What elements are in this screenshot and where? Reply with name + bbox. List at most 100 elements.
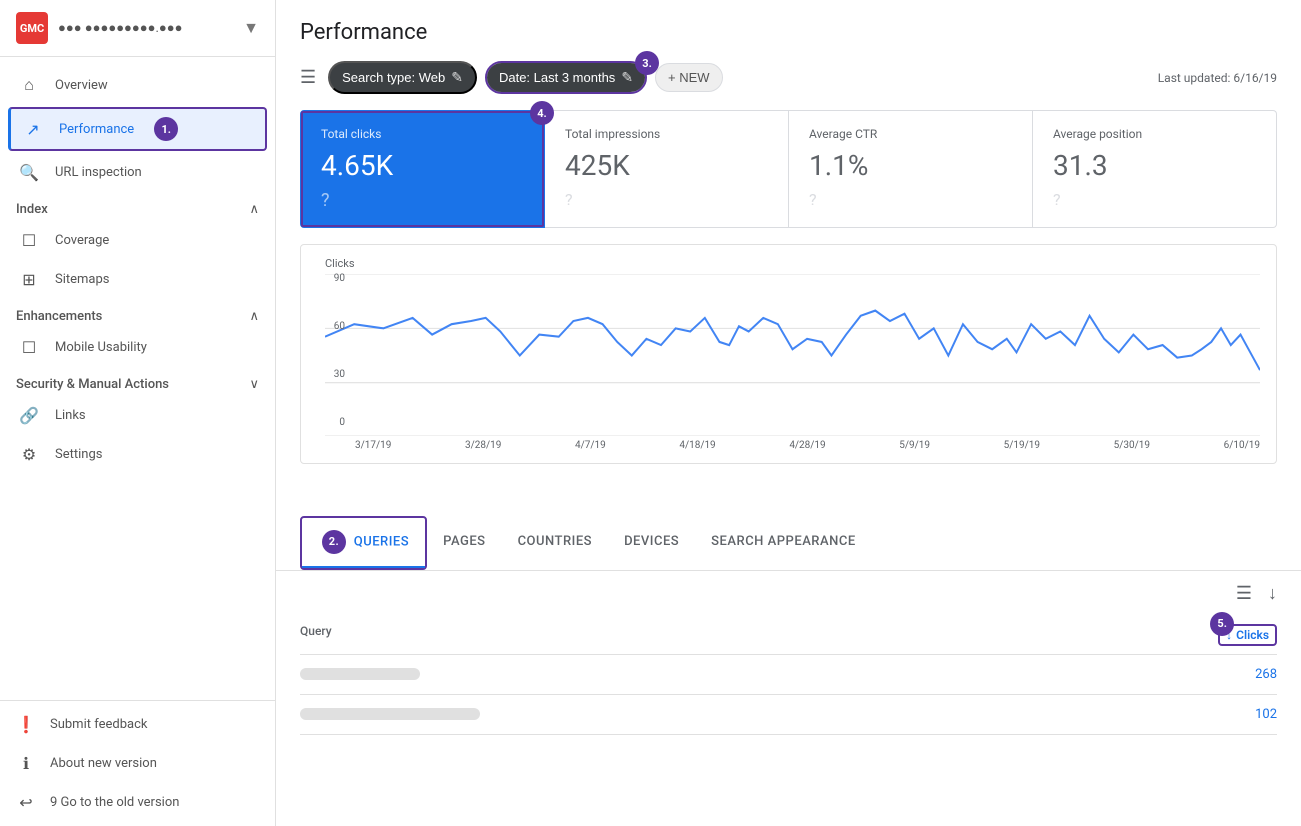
tab-countries[interactable]: COUNTRIES <box>502 522 609 563</box>
expand-icon: ∨ <box>249 377 259 392</box>
date-label: Date: Last 3 months <box>499 70 615 85</box>
table-toolbar: ☰ ↓ <box>300 571 1277 616</box>
annotation-badge-4: 4. <box>530 101 554 125</box>
date-chip-annotated-box: Date: Last 3 months ✎ <box>485 61 647 94</box>
x-label: 5/19/19 <box>1004 440 1040 451</box>
metric-card-average-position[interactable]: Average position 31.3 ? <box>1033 110 1277 228</box>
x-label: 3/17/19 <box>355 440 391 451</box>
index-section-header[interactable]: Index ∧ <box>0 192 275 221</box>
sitemaps-icon: ⊞ <box>19 270 39 289</box>
enhancements-section-header[interactable]: Enhancements ∧ <box>0 299 275 328</box>
sidebar-navigation: ⌂ Overview ↗ Performance 1. 🔍 URL inspec… <box>0 57 275 700</box>
annotation-badge-5: 5. <box>1210 612 1234 636</box>
metric-label: Average position <box>1053 127 1256 141</box>
sidebar-item-label: Overview <box>55 78 108 93</box>
security-label: Security & Manual Actions <box>16 377 169 392</box>
coverage-icon: ☐ <box>19 231 39 250</box>
chevron-down-icon[interactable]: ▼ <box>243 18 259 38</box>
tab-queries-wrapper: 2. QUERIES <box>300 516 427 570</box>
date-chip[interactable]: Date: Last 3 months ✎ <box>487 63 645 92</box>
tab-search-appearance[interactable]: SEARCH APPEARANCE <box>695 522 872 563</box>
toolbar: ☰ Search type: Web ✎ Date: Last 3 months… <box>300 61 1277 94</box>
chart-container: 90 60 30 0 Clicks <box>300 244 1277 464</box>
query-text-placeholder <box>300 668 420 680</box>
sidebar-item-performance[interactable]: ↗ Performance 1. <box>8 107 267 151</box>
sidebar-item-label: Mobile Usability <box>55 340 147 355</box>
y-label-90: 90 <box>317 273 345 284</box>
download-icon[interactable]: ↓ <box>1268 583 1277 604</box>
about-new-version-button[interactable]: ℹ About new version <box>0 744 275 783</box>
filter-table-icon[interactable]: ☰ <box>1236 583 1252 604</box>
sidebar-item-label: Sitemaps <box>55 272 110 287</box>
sidebar-item-coverage[interactable]: ☐ Coverage <box>0 221 275 260</box>
sidebar-item-overview[interactable]: ⌂ Overview <box>0 65 275 105</box>
col-clicks-header: 5. ↓ Clicks <box>1137 624 1277 646</box>
sidebar-item-sitemaps[interactable]: ⊞ Sitemaps <box>0 260 275 299</box>
page-title: Performance <box>300 20 1277 45</box>
security-section-header[interactable]: Security & Manual Actions ∨ <box>0 367 275 396</box>
tabs-section: 2. QUERIES PAGES COUNTRIES DEVICES SEARC… <box>276 516 1301 571</box>
chart-area: 90 60 30 0 Clicks <box>276 228 1301 516</box>
sidebar-logo[interactable]: GMC ●●● ●●●●●●●●●.●●● ▼ <box>0 0 275 57</box>
about-new-version-label: About new version <box>50 756 157 771</box>
new-button[interactable]: + NEW <box>655 63 723 92</box>
tab-devices[interactable]: DEVICES <box>608 522 695 563</box>
metric-card-average-ctr[interactable]: Average CTR 1.1% ? <box>789 110 1033 228</box>
table-section: ☰ ↓ Query 5. ↓ Clicks 268 <box>276 571 1301 826</box>
metric-help-icon[interactable]: ? <box>565 190 768 209</box>
submit-feedback-button[interactable]: ❗ Submit feedback <box>0 705 275 744</box>
table-row: 102 <box>300 695 1277 735</box>
x-label: 6/10/19 <box>1224 440 1260 451</box>
metric-value: 1.1% <box>809 149 1012 182</box>
x-label: 4/7/19 <box>575 440 606 451</box>
annotation-badge-1: 1. <box>154 117 178 141</box>
go-to-old-version-button[interactable]: ↩ 9 Go to the old version <box>0 783 275 822</box>
metric-value: 31.3 <box>1053 149 1256 182</box>
submit-feedback-label: Submit feedback <box>50 717 147 732</box>
metric-card-total-impressions[interactable]: Total impressions 425K ? <box>545 110 789 228</box>
tab-queries[interactable]: 2. QUERIES <box>302 518 425 568</box>
settings-icon: ⚙ <box>19 445 39 464</box>
col-query-header: Query <box>300 624 1137 646</box>
metric-help-icon[interactable]: ? <box>1053 190 1256 209</box>
main-content: Performance ☰ Search type: Web ✎ Date: L… <box>276 0 1301 826</box>
clicks-value: 268 <box>1137 667 1277 682</box>
search-icon: 🔍 <box>19 163 39 182</box>
y-label-0: 0 <box>317 417 345 428</box>
query-cell <box>300 708 1137 720</box>
metric-label: Average CTR <box>809 127 1012 141</box>
metrics-row: Total clicks 4.65K ? 4. Total impression… <box>276 94 1301 228</box>
index-label: Index <box>16 202 48 217</box>
sidebar-item-url-inspection[interactable]: 🔍 URL inspection <box>0 153 275 192</box>
tab-pages[interactable]: PAGES <box>427 522 501 563</box>
clicks-chart <box>325 274 1260 436</box>
annotation-badge-3: 3. <box>635 51 659 75</box>
x-label: 5/9/19 <box>899 440 930 451</box>
query-text-placeholder <box>300 708 480 720</box>
date-chip-wrapper: Date: Last 3 months ✎ 3. <box>485 61 647 94</box>
query-cell <box>300 668 1137 680</box>
back-icon: ↩ <box>16 793 36 812</box>
sidebar-item-settings[interactable]: ⚙ Settings <box>0 435 275 474</box>
filter-icon[interactable]: ☰ <box>300 67 316 88</box>
metric-value: 425K <box>565 149 768 182</box>
logo-icon: GMC <box>16 12 48 44</box>
edit-icon: ✎ <box>621 69 633 86</box>
metric-card-total-clicks[interactable]: Total clicks 4.65K ? 4. <box>300 110 545 228</box>
x-label: 3/28/19 <box>465 440 501 451</box>
sidebar-item-mobile-usability[interactable]: ☐ Mobile Usability <box>0 328 275 367</box>
sidebar-item-links[interactable]: 🔗 Links <box>0 396 275 435</box>
table-row: 268 <box>300 655 1277 695</box>
trending-up-icon: ↗ <box>23 120 43 139</box>
search-type-chip[interactable]: Search type: Web ✎ <box>328 61 477 94</box>
main-header: Performance ☰ Search type: Web ✎ Date: L… <box>276 0 1301 94</box>
metric-help-icon[interactable]: ? <box>809 190 1012 209</box>
last-updated-text: Last updated: 6/16/19 <box>1158 71 1277 85</box>
y-axis: 90 60 30 0 <box>317 273 345 428</box>
collapse-icon: ∧ <box>249 309 259 324</box>
x-label: 4/28/19 <box>789 440 825 451</box>
sidebar-bottom: ❗ Submit feedback ℹ About new version ↩ … <box>0 700 275 826</box>
metric-help-icon[interactable]: ? <box>321 190 524 211</box>
domain-name: ●●● ●●●●●●●●●.●●● <box>58 20 233 36</box>
clicks-value: 102 <box>1137 707 1277 722</box>
